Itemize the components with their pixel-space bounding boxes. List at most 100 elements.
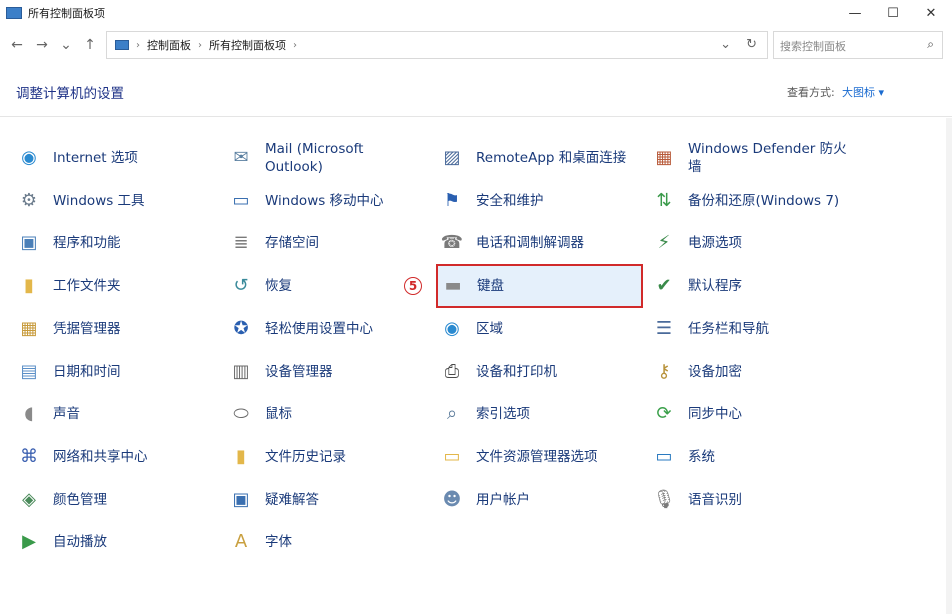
control-panel-item-label: 工作文件夹	[53, 278, 121, 295]
control-panel-item-label: 鼠标	[265, 406, 292, 423]
control-panel-item[interactable]: ⚙ Windows 工具	[14, 181, 219, 221]
control-panel-item-label: Internet 选项	[53, 150, 138, 166]
control-panel-item[interactable]: A 字体	[226, 522, 431, 562]
control-panel-item[interactable]: ▭ 系统	[649, 437, 854, 477]
globe-icon: ◉	[21, 147, 37, 168]
control-panel-item[interactable]: ✪ 轻松使用设置中心	[226, 309, 431, 349]
system-icon: ▭	[655, 445, 673, 467]
control-panel-item-label: 设备管理器	[265, 363, 333, 380]
printer-icon: ⎙	[444, 360, 460, 382]
back-button[interactable]: ←	[6, 34, 28, 56]
encryption-icon: ⚷	[657, 360, 671, 382]
address-bar[interactable]: › 控制面板 › 所有控制面板项 › ⌄ ↻	[106, 31, 768, 59]
breadcrumb-control-panel[interactable]: 控制面板	[147, 37, 191, 53]
control-panel-item[interactable]: ◈ 颜色管理	[14, 480, 219, 520]
search-input[interactable]	[778, 37, 922, 55]
control-panel-item-label: 任务栏和导航	[688, 320, 769, 337]
scrollbar[interactable]	[946, 118, 952, 614]
control-panel-item[interactable]: ⚑ 安全和维护	[437, 181, 642, 221]
control-panel-item[interactable]: ✉ Mail (Microsoft Outlook)	[226, 138, 431, 178]
control-panel-item-label: 声音	[53, 406, 80, 423]
breadcrumb-separator: ›	[136, 39, 140, 51]
search-icon[interactable]: ⌕	[927, 37, 934, 52]
control-panel-item[interactable]: ▨ RemoteApp 和桌面连接	[437, 138, 642, 178]
control-panel-item[interactable]: ▬ 键盘	[436, 264, 643, 309]
control-panel-item-label: Mail (Microsoft Outlook)	[265, 141, 364, 175]
control-panel-item[interactable]: 🎙 语音识别	[649, 480, 854, 520]
control-panel-item-label: 自动播放	[53, 534, 107, 551]
control-panel-item-label: RemoteApp 和桌面连接	[476, 150, 627, 166]
window-title: 所有控制面板项	[28, 7, 105, 20]
control-panel-item[interactable]: ⬭ 鼠标	[226, 394, 431, 434]
control-panel-item-label: 疑难解答	[265, 491, 319, 508]
up-button[interactable]: ↑	[79, 34, 101, 56]
control-panel-item[interactable]: ⚡ 电源选项	[649, 223, 854, 263]
fonts-icon: A	[234, 531, 248, 553]
control-panel-item[interactable]: ✔ 默认程序	[649, 266, 854, 306]
control-panel-item[interactable]: ☻ 用户帐户	[437, 480, 642, 520]
phone-icon: ☎	[440, 232, 464, 254]
control-panel-item[interactable]: ▭ Windows 移动中心	[226, 181, 431, 221]
control-panel-item[interactable]: ▦ Windows Defender 防火墙	[649, 138, 854, 178]
recovery-icon: ↺	[233, 275, 249, 297]
control-panel-item[interactable]: ⟳ 同步中心	[649, 394, 854, 434]
calendar-icon: ▤	[20, 360, 38, 382]
control-panel-item-label: Windows 移动中心	[265, 192, 384, 209]
control-panel-item[interactable]: ▣ 程序和功能	[14, 223, 219, 263]
folder-icon: ▮	[24, 275, 34, 297]
control-panel-item[interactable]: ⌕ 索引选项	[437, 394, 642, 434]
annotation-badge: 5	[404, 277, 422, 295]
sync-icon: ⟳	[656, 403, 672, 425]
control-panel-item[interactable]: ≣ 存储空间	[226, 223, 431, 263]
control-panel-item[interactable]: ◉ Internet 选项	[14, 138, 219, 178]
control-panel-item[interactable]: ▤ 日期和时间	[14, 352, 219, 392]
control-panel-item[interactable]: ▶ 自动播放	[14, 522, 219, 562]
control-panel-item[interactable]: ▦ 凭据管理器	[14, 309, 219, 349]
control-panel-item[interactable]: ⌘ 网络和共享中心	[14, 437, 219, 477]
control-panel-item[interactable]: ▭ 文件资源管理器选项	[437, 437, 642, 477]
programs-icon: ▣	[20, 232, 38, 254]
breadcrumb-all-items[interactable]: 所有控制面板项	[209, 37, 286, 53]
mobility-icon: ▭	[232, 189, 250, 211]
close-button[interactable]: ✕	[910, 0, 952, 26]
control-panel-item[interactable]: ◉ 区域	[437, 309, 642, 349]
title-bar: 所有控制面板项 — ☐ ✕	[0, 0, 952, 26]
control-panel-item[interactable]: ↺ 恢复	[226, 266, 431, 306]
control-panel-item-label: 字体	[265, 534, 292, 551]
control-panel-icon	[6, 7, 22, 19]
control-panel-item-label: 凭据管理器	[53, 320, 121, 337]
control-panel-item[interactable]: ☰ 任务栏和导航	[649, 309, 854, 349]
breadcrumb-separator[interactable]: ›	[293, 40, 297, 51]
control-panel-item[interactable]: ▮ 工作文件夹	[14, 266, 219, 306]
address-dropdown-button[interactable]: ⌄	[720, 37, 731, 52]
control-panel-item-label: 键盘	[477, 278, 504, 295]
color-icon: ◈	[22, 488, 36, 510]
control-panel-item[interactable]: ▥ 设备管理器	[226, 352, 431, 392]
view-by-dropdown[interactable]: 大图标 ▾	[842, 84, 884, 100]
control-panel-item[interactable]: ⇅ 备份和还原(Windows 7)	[649, 181, 854, 221]
taskbar-icon: ☰	[655, 317, 673, 339]
forward-button[interactable]: →	[31, 34, 53, 56]
remoteapp-icon: ▨	[443, 147, 461, 168]
control-panel-item[interactable]: ▣ 疑难解答	[226, 480, 431, 520]
recent-locations-button[interactable]: ⌄	[55, 34, 77, 56]
search-box[interactable]: ⌕	[773, 31, 943, 59]
refresh-button[interactable]: ↻	[746, 37, 757, 52]
control-panel-item[interactable]: ▮ 文件历史记录	[226, 437, 431, 477]
breadcrumb-separator[interactable]: ›	[198, 40, 202, 51]
autoplay-icon: ▶	[22, 531, 36, 553]
control-panel-item-label: 文件历史记录	[265, 448, 346, 465]
control-panel-item[interactable]: ◖ 声音	[14, 394, 219, 434]
mail-icon: ✉	[233, 147, 249, 168]
control-panel-item-label: 轻松使用设置中心	[265, 320, 373, 337]
control-panel-item[interactable]: ⚷ 设备加密	[649, 352, 854, 392]
control-panel-item-label: 日期和时间	[53, 363, 121, 380]
control-panel-item-label: 设备加密	[688, 363, 742, 380]
divider	[0, 116, 952, 117]
control-panel-item-label: 同步中心	[688, 406, 742, 423]
maximize-button[interactable]: ☐	[872, 0, 914, 26]
control-panel-item[interactable]: ☎ 电话和调制解调器	[437, 223, 642, 263]
control-panel-item[interactable]: ⎙ 设备和打印机	[437, 352, 642, 392]
minimize-button[interactable]: —	[834, 0, 876, 26]
control-panel-icon	[115, 40, 129, 50]
